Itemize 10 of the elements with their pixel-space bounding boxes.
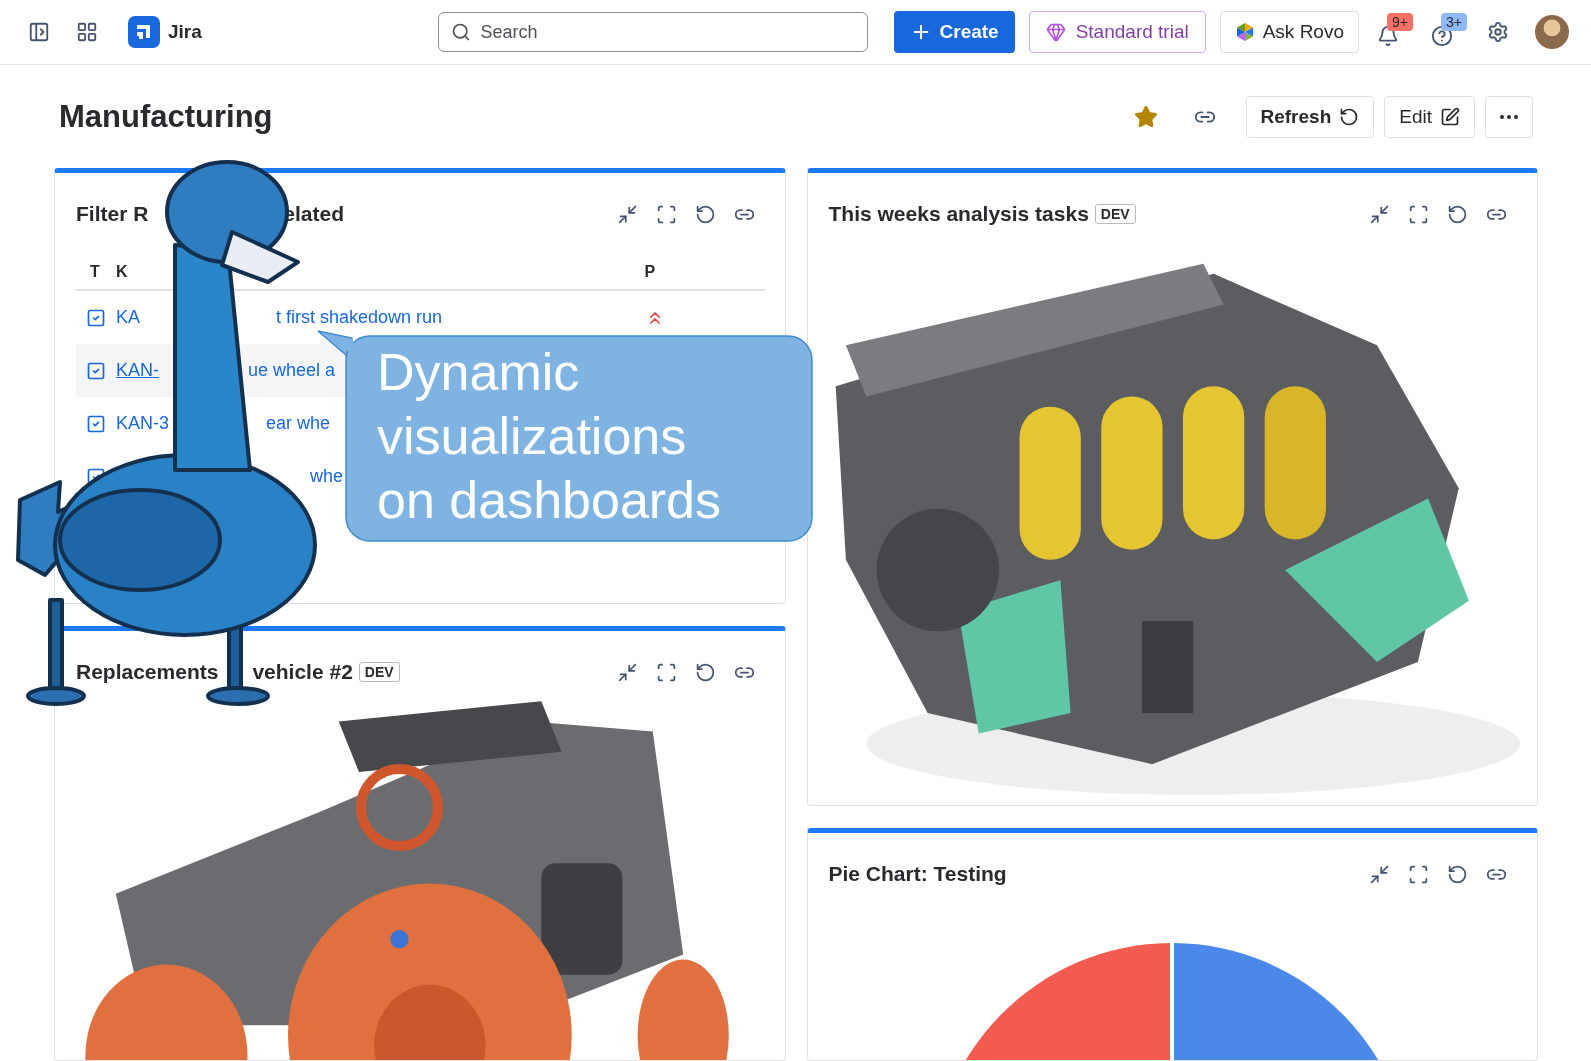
gadget-title: Pie Chart: Testing bbox=[828, 862, 1007, 886]
dev-badge: DEV bbox=[1094, 204, 1136, 224]
column-header: P bbox=[644, 263, 657, 281]
dev-badge: DEV bbox=[358, 662, 400, 682]
callout-text: Dynamic visualizations on dashboards bbox=[377, 342, 722, 531]
gadget-title: Replacements vehicle #2 bbox=[76, 660, 353, 684]
column-header: T bbox=[89, 263, 101, 281]
column-header: K bbox=[116, 263, 129, 281]
gadget-title: This weeks analysis tasks bbox=[828, 202, 1089, 226]
dashboard-title: Manufacturing bbox=[59, 98, 274, 135]
